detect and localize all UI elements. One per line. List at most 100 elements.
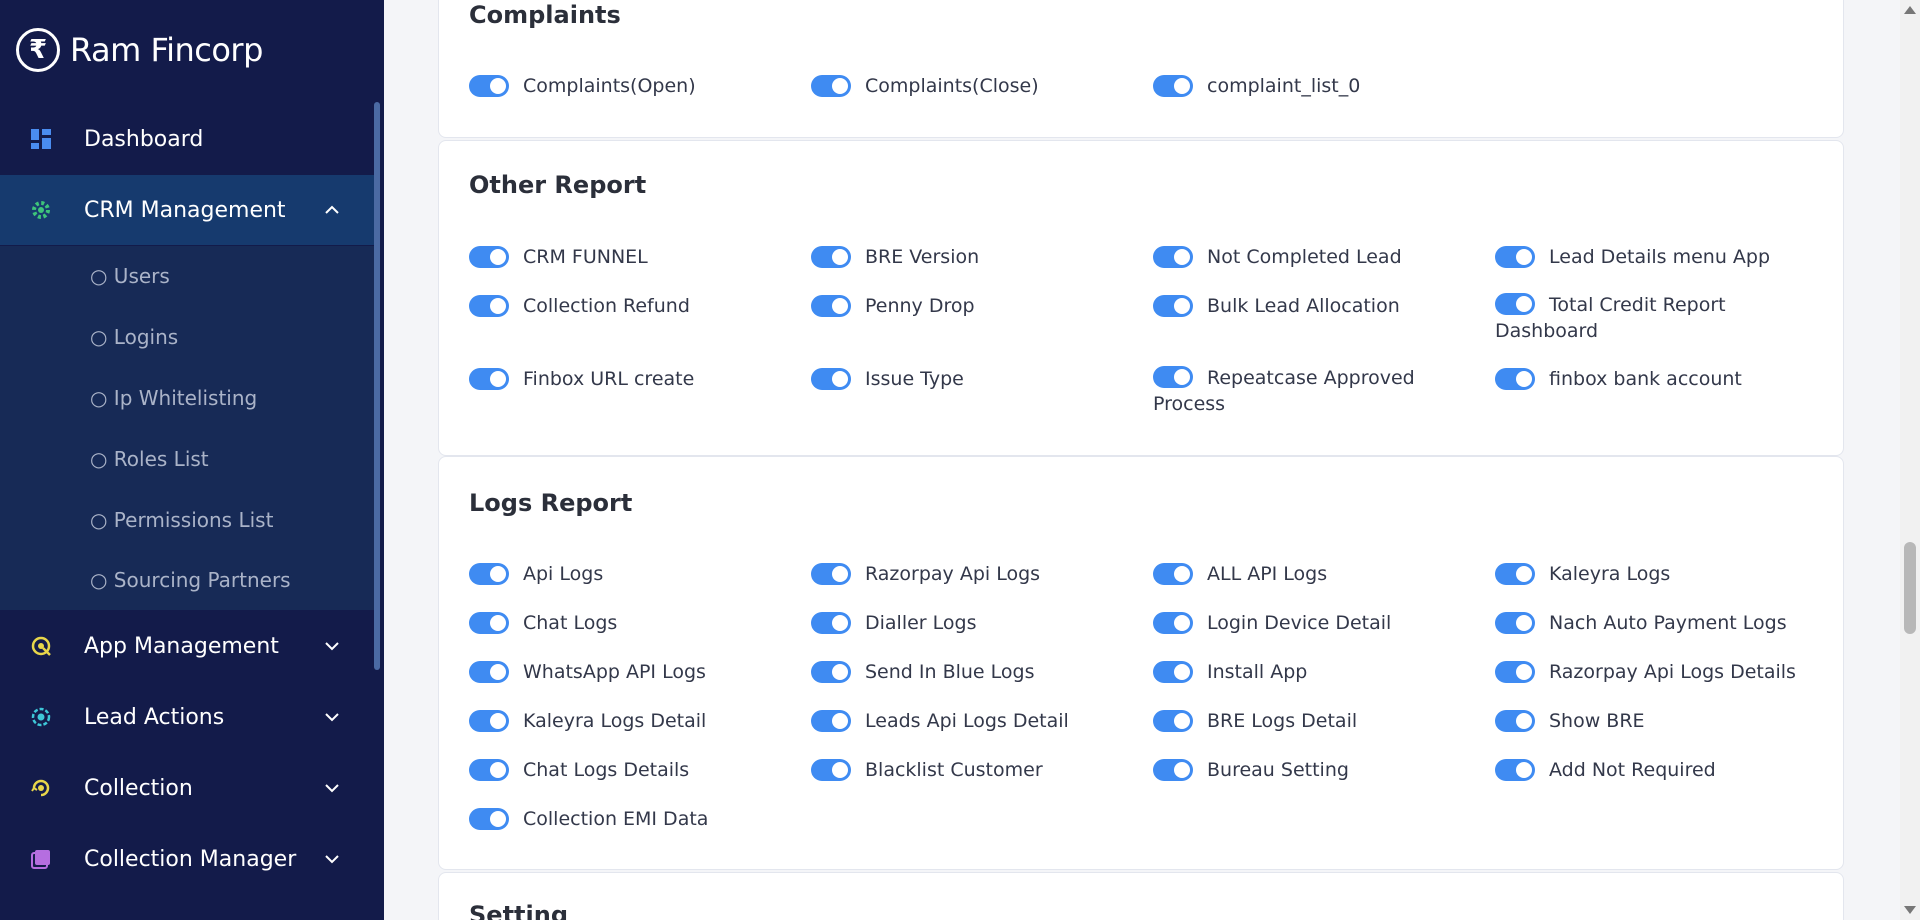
sidebar-subitem-logins[interactable]: ○ Logins (90, 325, 178, 349)
permission-toggle-item[interactable]: Dialler Logs (811, 610, 977, 636)
dashboard-grid-icon (30, 128, 52, 150)
toggle-switch[interactable] (1495, 710, 1535, 732)
scroll-up-icon[interactable] (1904, 6, 1916, 14)
toggle-switch[interactable] (811, 710, 851, 732)
sidebar-item-app-management[interactable]: App Management (0, 611, 376, 681)
permission-toggle-item[interactable]: Send In Blue Logs (811, 659, 1035, 685)
permission-toggle-item[interactable]: Penny Drop (811, 293, 975, 319)
toggle-switch[interactable] (469, 808, 509, 830)
permission-toggle-item[interactable]: Kaleyra Logs Detail (469, 708, 706, 734)
permission-toggle-item[interactable]: Nach Auto Payment Logs (1495, 610, 1787, 636)
toggle-switch[interactable] (469, 661, 509, 683)
toggle-switch[interactable] (469, 295, 509, 317)
other-report-card: Other Report CRM FUNNEL BRE Version Not … (438, 140, 1844, 456)
sidebar: ₹ Ram Fincorp Dashboard CRM Management ○… (0, 0, 384, 920)
permission-toggle-item[interactable]: Repeatcase Approved Process (1153, 364, 1453, 417)
crm-submenu: ○ Users ○ Logins ○ Ip Whitelisting ○ Rol… (0, 246, 376, 610)
toggle-switch[interactable] (811, 661, 851, 683)
permission-toggle-item[interactable]: Blacklist Customer (811, 757, 1043, 783)
permission-toggle-item[interactable]: complaint_list_0 (1153, 73, 1360, 99)
permission-toggle-item[interactable]: WhatsApp API Logs (469, 659, 706, 685)
toggle-switch[interactable] (811, 759, 851, 781)
sidebar-subitem-roles-list[interactable]: ○ Roles List (90, 447, 209, 471)
sidebar-subitem-permissions-list[interactable]: ○ Permissions List (90, 508, 273, 532)
scroll-thumb[interactable] (1904, 542, 1916, 634)
permission-toggle-item[interactable]: Bureau Setting (1153, 757, 1349, 783)
permission-toggle-item[interactable]: Lead Details menu App (1495, 244, 1770, 270)
toggle-switch[interactable] (811, 295, 851, 317)
permission-toggle-item[interactable]: CRM FUNNEL (469, 244, 648, 270)
app-management-icon (30, 635, 52, 657)
toggle-switch[interactable] (1495, 759, 1535, 781)
permission-toggle-item[interactable]: Razorpay Api Logs Details (1495, 659, 1796, 685)
permission-toggle-item[interactable]: Leads Api Logs Detail (811, 708, 1069, 734)
toggle-switch[interactable] (1495, 661, 1535, 683)
toggle-switch[interactable] (1153, 661, 1193, 683)
permission-toggle-item[interactable]: Razorpay Api Logs (811, 561, 1040, 587)
permission-toggle-item[interactable]: Collection EMI Data (469, 806, 708, 832)
permission-toggle-item[interactable]: Bulk Lead Allocation (1153, 293, 1400, 319)
toggle-switch[interactable] (811, 75, 851, 97)
sidebar-scrollbar[interactable] (374, 102, 380, 670)
sidebar-item-lead-actions[interactable]: Lead Actions (0, 682, 376, 752)
permission-toggle-item[interactable]: Not Completed Lead (1153, 244, 1402, 270)
permission-toggle-item[interactable]: Chat Logs Details (469, 757, 689, 783)
toggle-switch[interactable] (811, 246, 851, 268)
scroll-down-icon[interactable] (1904, 906, 1916, 914)
toggle-switch[interactable] (1153, 612, 1193, 634)
permission-toggle-item[interactable]: BRE Version (811, 244, 979, 270)
toggle-switch[interactable] (1495, 368, 1535, 390)
page-scrollbar[interactable] (1900, 0, 1920, 920)
toggle-switch[interactable] (1495, 293, 1535, 315)
toggle-switch[interactable] (1153, 366, 1193, 388)
permission-toggle-item[interactable]: Complaints(Close) (811, 73, 1039, 99)
toggle-switch[interactable] (469, 759, 509, 781)
brand[interactable]: ₹ Ram Fincorp (16, 28, 263, 72)
toggle-switch[interactable] (469, 612, 509, 634)
permission-toggle-item[interactable]: Login Device Detail (1153, 610, 1391, 636)
permission-toggle-item[interactable]: Add Not Required (1495, 757, 1716, 783)
sidebar-item-collection-manager[interactable]: Collection Manager (0, 824, 376, 894)
toggle-switch[interactable] (1153, 759, 1193, 781)
toggle-switch[interactable] (811, 563, 851, 585)
sidebar-item-crm-management[interactable]: CRM Management (0, 175, 376, 245)
permission-toggle-item[interactable]: Collection Refund (469, 293, 690, 319)
setting-card: Setting (438, 872, 1844, 920)
toggle-switch[interactable] (469, 75, 509, 97)
sidebar-subitem-users[interactable]: ○ Users (90, 264, 170, 288)
permission-toggle-item[interactable]: Total Credit Report Dashboard (1495, 291, 1795, 344)
sidebar-subitem-ip-whitelisting[interactable]: ○ Ip Whitelisting (90, 386, 257, 410)
permission-toggle-item[interactable]: Complaints(Open) (469, 73, 696, 99)
permission-toggle-item[interactable]: Finbox URL create (469, 366, 694, 392)
toggle-switch[interactable] (811, 368, 851, 390)
chevron-down-icon (322, 636, 342, 656)
toggle-switch[interactable] (1495, 563, 1535, 585)
sidebar-subitem-sourcing-partners[interactable]: ○ Sourcing Partners (90, 568, 291, 592)
toggle-switch[interactable] (811, 612, 851, 634)
permission-toggle-item[interactable]: ALL API Logs (1153, 561, 1327, 587)
permission-toggle-item[interactable]: Kaleyra Logs (1495, 561, 1670, 587)
permission-toggle-item[interactable]: Api Logs (469, 561, 603, 587)
toggle-switch[interactable] (1153, 563, 1193, 585)
toggle-switch[interactable] (469, 368, 509, 390)
toggle-switch[interactable] (1153, 295, 1193, 317)
sidebar-item-collection[interactable]: Collection (0, 753, 376, 823)
toggle-switch[interactable] (1153, 246, 1193, 268)
permission-toggle-item[interactable]: Install App (1153, 659, 1307, 685)
toggle-switch[interactable] (1495, 246, 1535, 268)
toggle-switch[interactable] (469, 246, 509, 268)
permission-toggle-item[interactable]: Issue Type (811, 366, 964, 392)
toggle-switch[interactable] (1495, 612, 1535, 634)
toggle-switch[interactable] (1153, 710, 1193, 732)
toggle-switch[interactable] (1153, 75, 1193, 97)
permission-toggle-item[interactable]: finbox bank account (1495, 366, 1742, 392)
toggle-switch[interactable] (469, 710, 509, 732)
toggle-switch[interactable] (469, 563, 509, 585)
permission-toggle-item[interactable]: Show BRE (1495, 708, 1645, 734)
sidebar-item-dashboard[interactable]: Dashboard (0, 104, 376, 174)
sidebar-item-label: App Management (84, 633, 279, 659)
logs-report-card: Logs Report Api Logs Razorpay Api Logs A… (438, 456, 1844, 870)
permission-toggle-item[interactable]: BRE Logs Detail (1153, 708, 1357, 734)
permission-toggle-item[interactable]: Chat Logs (469, 610, 617, 636)
sidebar-item-label: Dashboard (84, 126, 204, 152)
